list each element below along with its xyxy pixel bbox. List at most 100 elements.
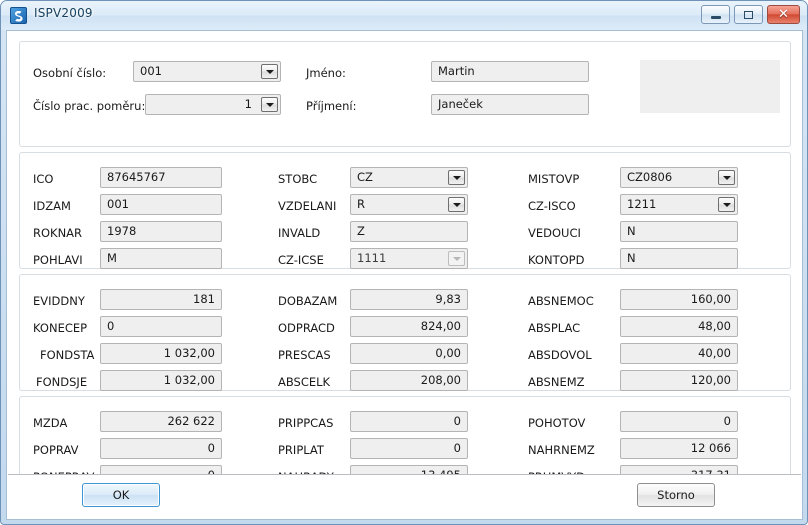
maximize-button[interactable] [734, 5, 763, 24]
label-jmeno: Jméno: [306, 66, 346, 80]
absdovol-input[interactable]: 40,00 [620, 343, 738, 364]
chevron-down-icon[interactable] [261, 97, 278, 112]
poprav-input[interactable]: 0 [100, 438, 222, 459]
label-ico: ICO [33, 172, 54, 186]
ok-button[interactable]: OK [82, 483, 160, 507]
konecep-input[interactable]: 0 [100, 316, 222, 337]
chevron-down-icon[interactable] [718, 197, 735, 212]
dialog-client-area: Osobní číslo: 001 Číslo prac. poměru: 1 … [6, 30, 803, 520]
label-pohotov: POHOTOV [528, 416, 586, 430]
chevron-down-icon [448, 251, 465, 266]
cz-icse-combo[interactable]: 1111 [350, 248, 468, 269]
prippcas-input[interactable]: 0 [350, 411, 468, 432]
jmeno-input[interactable]: Martin [431, 61, 589, 82]
label-mistovp: MISTOVP [528, 172, 580, 186]
priplat-input[interactable]: 0 [350, 438, 468, 459]
cz-icse-value: 1111 [357, 251, 387, 265]
label-cz-isco: CZ-ISCO [528, 199, 576, 213]
vzdelani-value: R [357, 197, 365, 211]
label-poprav: POPRAV [33, 443, 79, 457]
absnemz-input[interactable]: 120,00 [620, 370, 738, 391]
fondsta-input[interactable]: 1 032,00 [100, 343, 222, 364]
chevron-down-icon[interactable] [261, 64, 278, 79]
label-fondsje: FONDSJE [36, 375, 88, 389]
label-absnemz: ABSNEMZ [528, 375, 585, 389]
maximize-icon [735, 6, 762, 23]
title-bar[interactable]: ISPV2009 ✕ [1, 1, 807, 30]
label-cz-icse: CZ-ICSE [278, 253, 324, 267]
mzda-input[interactable]: 262 622 [100, 411, 222, 432]
eviddny-input[interactable]: 181 [100, 289, 222, 310]
chevron-down-icon[interactable] [448, 197, 465, 212]
label-roknar: ROKNAR [33, 226, 83, 240]
close-icon: ✕ [778, 7, 789, 22]
photo-placeholder [640, 60, 780, 113]
ico-input[interactable]: 87645767 [100, 167, 222, 188]
label-konecep: KONECEP [33, 321, 88, 335]
minimize-icon [702, 6, 729, 23]
label-vedouci: VEDOUCI [528, 226, 581, 240]
prescas-input[interactable]: 0,00 [350, 343, 468, 364]
vzdelani-combo[interactable]: R [350, 194, 468, 215]
cz-isco-value: 1211 [627, 197, 657, 211]
label-odpracd: ODPRACD [278, 321, 335, 335]
label-kontopd: KONTOPD [528, 253, 585, 267]
app-icon [10, 7, 27, 24]
label-vzdelani: VZDELANI [278, 199, 337, 213]
cz-isco-combo[interactable]: 1211 [620, 194, 738, 215]
cislo-prac-pomeru-combo[interactable]: 1 [145, 94, 281, 115]
label-absplac: ABSPLAC [528, 321, 581, 335]
absplac-input[interactable]: 48,00 [620, 316, 738, 337]
idzam-input[interactable]: 001 [100, 194, 222, 215]
label-eviddny: EVIDDNY [33, 294, 85, 308]
close-button[interactable]: ✕ [767, 5, 800, 24]
osobni-cislo-combo[interactable]: 001 [133, 61, 281, 82]
nahrnemz-input[interactable]: 12 066 [620, 438, 738, 459]
roknar-input[interactable]: 1978 [100, 221, 222, 242]
minimize-button[interactable] [701, 5, 730, 24]
fondsje-input[interactable]: 1 032,00 [100, 370, 222, 391]
storno-button[interactable]: Storno [637, 483, 715, 507]
kontopd-input[interactable]: N [620, 248, 738, 269]
mistovp-value: CZ0806 [627, 170, 673, 184]
label-cislo-prac-pomeru: Číslo prac. poměru: [33, 99, 146, 113]
label-abscelk: ABSCELK [278, 375, 331, 389]
days-group: EVIDDNY 181 KONECEP 0 FONDSTA 1 032,00 F… [19, 274, 791, 391]
odpracd-input[interactable]: 824,00 [350, 316, 468, 337]
pohotov-input[interactable]: 0 [620, 411, 738, 432]
pohlavi-input[interactable]: M [100, 248, 222, 269]
stobc-combo[interactable]: CZ [350, 167, 468, 188]
label-idzam: IDZAM [33, 199, 71, 213]
absnemoc-input[interactable]: 160,00 [620, 289, 738, 310]
label-prijmeni: Příjmení: [306, 99, 357, 113]
window-title: ISPV2009 [34, 6, 93, 20]
osobni-cislo-value: 001 [140, 64, 162, 78]
label-invald: INVALD [278, 226, 321, 240]
label-absnemoc: ABSNEMOC [528, 294, 594, 308]
invald-input[interactable]: Z [350, 221, 468, 242]
identification-group: Osobní číslo: 001 Číslo prac. poměru: 1 … [19, 41, 791, 147]
label-priplat: PRIPLAT [278, 443, 324, 457]
label-prescas: PRESCAS [278, 348, 331, 362]
label-stobc: STOBC [278, 172, 318, 186]
label-dobazam: DOBAZAM [278, 294, 338, 308]
chevron-down-icon[interactable] [718, 170, 735, 185]
stobc-value: CZ [357, 170, 373, 184]
label-absdovol: ABSDOVOL [528, 348, 592, 362]
abscelk-input[interactable]: 208,00 [350, 370, 468, 391]
vedouci-input[interactable]: N [620, 221, 738, 242]
dobazam-input[interactable]: 9,83 [350, 289, 468, 310]
label-mzda: MZDA [33, 416, 68, 430]
label-pohlavi: POHLAVI [33, 253, 83, 267]
chevron-down-icon[interactable] [448, 170, 465, 185]
personal-codes-group: ICO 87645767 IDZAM 001 ROKNAR 1978 POHLA… [19, 152, 791, 269]
label-prippcas: PRIPPCAS [278, 416, 334, 430]
cislo-prac-pomeru-value: 1 [244, 97, 252, 111]
mistovp-combo[interactable]: CZ0806 [620, 167, 738, 188]
prijmeni-input[interactable]: Janeček [431, 94, 589, 115]
application-window: ISPV2009 ✕ Osobní číslo: 001 Číslo prac.… [0, 0, 808, 525]
dialog-button-bar: OK Storno [8, 474, 801, 518]
label-nahrnemz: NAHRNEMZ [528, 443, 595, 457]
label-fondsta: FONDSTA [40, 348, 95, 362]
label-osobni-cislo: Osobní číslo: [33, 66, 107, 80]
